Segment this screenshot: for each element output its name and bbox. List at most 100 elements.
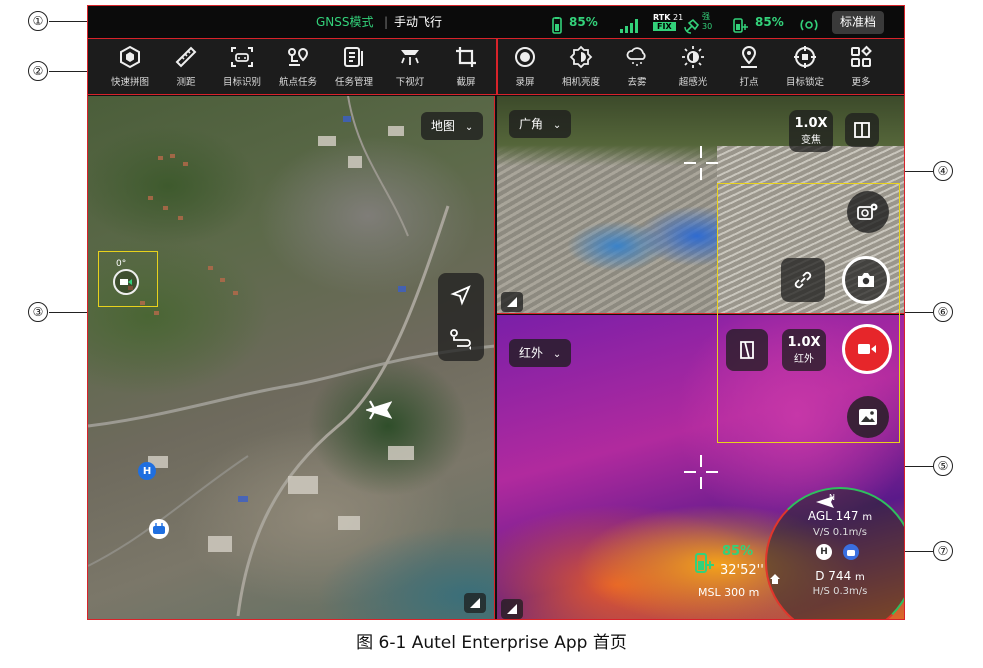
zoom-indicator-wide[interactable]: 1.0X 变焦 [789,110,833,152]
tool-waypoint-mission[interactable]: 航点任务 [270,45,326,88]
callout-6: ⑥ [933,302,953,322]
tool-down-light[interactable]: 下视灯 [382,45,438,88]
tool-super-sensitive[interactable]: 超感光 [665,45,721,88]
gimbal-direction-indicator[interactable] [113,269,139,295]
camera-settings-button[interactable] [847,191,889,233]
wide-minimize-button[interactable] [501,292,523,312]
link-lens-button[interactable] [781,258,825,302]
map-tools-panel [438,273,484,361]
flight-mode[interactable]: 手动飞行 [394,6,442,39]
tool-defog[interactable]: 去雾 [609,45,665,88]
crosshair [684,455,718,489]
target-recognition-icon [231,47,253,67]
figure-caption: 图 6-1 Autel Enterprise App 首页 [356,633,627,653]
tool-label: 测距 [176,77,196,88]
tool-target-recognition[interactable]: 目标识别 [214,45,270,88]
tool-label: 超感光 [678,77,708,88]
tool-mark-point[interactable]: 打点 [721,45,777,88]
satellite-icon [684,14,700,34]
tool-ranging[interactable]: 测距 [158,45,214,88]
tool-label: 任务管理 [334,77,373,88]
tool-target-lock[interactable]: 目标锁定 [777,45,833,88]
callout-7: ⑦ [933,541,953,561]
zoom-value: 1.0X [794,116,828,131]
agl-value: 147 [835,509,859,523]
route-icon[interactable] [449,328,473,350]
d-value: 744 [828,569,852,583]
rtk-indicator[interactable]: RTK 21 FIX [653,13,683,33]
drone-battery-value: 85% [722,544,754,559]
figure: ① ② ③ ④ ⑥ ⑤ ⑦ GNSS模式 | 手动飞行 85% RTK 21 F… [0,0,983,668]
camera-settings-icon [857,203,878,220]
tool-record-screen[interactable]: 录屏 [497,45,553,88]
lens-dropdown-wide[interactable]: 广角 ⌄ [509,110,572,138]
agl-unit: m [862,512,873,523]
tool-mission-management[interactable]: 任务管理 [326,45,382,88]
gallery-icon [859,409,877,425]
home-point-marker[interactable]: H [138,462,156,480]
zoom-value: 1.0X [787,335,821,350]
msl-label: MSL [698,586,721,599]
profile-mode-button[interactable]: 标准档 [832,11,885,34]
tool-label: 录屏 [515,77,535,88]
gnss-mode[interactable]: GNSS模式 [316,6,374,39]
tool-quick-stitch[interactable]: 快速拼图 [102,45,158,88]
home-icon [770,574,780,584]
camera-icon [120,279,132,285]
tool-more[interactable]: 更多 [833,45,889,88]
zoom-indicator-ir[interactable]: 1.0X 红外 [782,329,826,371]
tool-camera-brightness[interactable]: 相机亮度 [553,45,609,88]
status-bar: GNSS模式 | 手动飞行 85% RTK 21 FIX 强 30 85% 标准… [88,6,904,39]
home-indicator: H [816,544,832,560]
app-screen: GNSS模式 | 手动飞行 85% RTK 21 FIX 强 30 85% 标准… [87,5,905,620]
drone-battery-icon [695,553,714,573]
ir-palette-button[interactable] [726,329,768,371]
distance-readout: D 744 m [767,569,904,583]
hs-label: H/S [812,586,830,597]
d-unit: m [855,572,865,583]
tool-label: 下视灯 [395,77,425,88]
rc-position-indicator [843,544,859,560]
tool-screenshot[interactable]: 截屏 [438,45,494,88]
vs-value: 0.1m/s [832,527,867,538]
map-minimize-button[interactable] [464,593,486,613]
waypoint-icon [288,47,309,66]
chevron-down-icon: ⌄ [464,122,474,133]
tool-label: 相机亮度 [561,77,600,88]
ir-minimize-button[interactable] [501,599,523,619]
locate-arrow-icon[interactable] [450,284,472,306]
more-grid-icon [851,45,872,67]
map-view[interactable]: 地图 ⌄ 0° H [88,96,495,619]
rtk-count: 21 [673,13,684,22]
map-layer-dropdown[interactable]: 地图 ⌄ [421,112,484,140]
callout-2: ② [28,61,48,81]
tool-label: 去雾 [627,77,647,88]
split-view-button[interactable] [845,113,879,147]
horizontal-speed-readout: H/S 0.3m/s [767,586,904,597]
chevron-down-icon: ⌄ [552,349,562,360]
record-video-button[interactable] [842,324,892,374]
lens-label: 红外 [519,346,544,360]
photo-shutter-button[interactable] [842,256,890,304]
lens-label: 广角 [519,117,544,131]
tool-label: 截屏 [456,77,476,88]
tool-label: 航点任务 [278,77,317,88]
callout-3: ③ [28,302,48,322]
status-divider: | [384,15,389,29]
lens-dropdown-ir[interactable]: 红外 ⌄ [509,339,572,367]
callout-4: ④ [933,161,953,181]
vertical-speed-readout: V/S 0.1m/s [767,527,904,538]
rc-battery-icon [550,14,564,34]
map-layer-label: 地图 [431,119,456,133]
remote-controller-marker[interactable] [149,519,169,539]
camera-brightness-icon [569,45,593,69]
aircraft-battery-value: 85% [755,15,784,29]
zoom-label: 红外 [794,354,814,365]
obstacle-avoidance-icon[interactable] [800,14,818,31]
tool-label: 快速拼图 [110,77,149,88]
defog-icon [626,47,646,66]
gallery-button[interactable] [847,396,889,438]
collapse-icon [507,297,517,307]
aircraft-battery-icon [730,14,750,33]
down-light-icon [401,50,419,65]
